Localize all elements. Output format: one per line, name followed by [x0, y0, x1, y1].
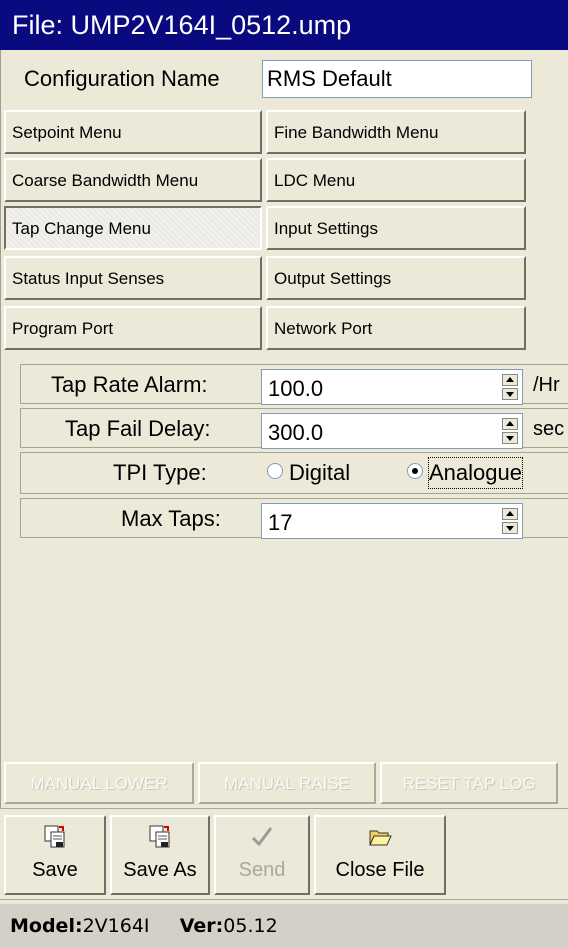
- tap-change-menu-button[interactable]: Tap Change Menu: [4, 206, 262, 250]
- tap-rate-alarm-label: Tap Rate Alarm:: [51, 372, 208, 397]
- spin-down-icon[interactable]: [502, 388, 518, 400]
- max-taps-input[interactable]: 17: [261, 503, 523, 539]
- close-file-label: Close File: [335, 859, 425, 881]
- folder-open-icon: [316, 825, 444, 849]
- spin-up-icon[interactable]: [502, 508, 518, 520]
- status-bar: Model:2V164I Ver:05.12: [0, 904, 568, 948]
- max-taps-label: Max Taps:: [121, 506, 221, 531]
- save-as-label: Save As: [123, 859, 197, 881]
- manual-lower-button[interactable]: MANUAL LOWER: [4, 762, 194, 804]
- tap-rate-alarm-input[interactable]: 100.0: [261, 369, 523, 405]
- version-value: 05.12: [223, 915, 278, 937]
- setpoint-menu-button[interactable]: Setpoint Menu: [4, 110, 262, 154]
- tap-fail-delay-row: Tap Fail Delay: 300.0 sec: [20, 408, 568, 449]
- checkmark-icon: [216, 825, 308, 849]
- spin-down-icon[interactable]: [502, 522, 518, 534]
- toolbar: Save Save As Send Close File: [0, 808, 568, 900]
- program-port-button[interactable]: Program Port: [4, 306, 262, 350]
- tpi-digital-radio[interactable]: [267, 463, 283, 479]
- tap-fail-delay-input[interactable]: 300.0: [261, 413, 523, 449]
- ldc-menu-button[interactable]: LDC Menu: [266, 158, 526, 202]
- model-label: Model:: [10, 915, 83, 937]
- close-file-button[interactable]: Close File: [314, 815, 446, 895]
- save-icon: [6, 825, 104, 849]
- tap-fail-delay-value: 300.0: [268, 420, 324, 445]
- save-label: Save: [32, 859, 78, 881]
- reset-tap-log-label: RESET TAP LOG: [402, 774, 536, 793]
- send-label: Send: [238, 859, 286, 881]
- save-button[interactable]: Save: [4, 815, 106, 895]
- status-input-senses-button[interactable]: Status Input Senses: [4, 256, 262, 300]
- tpi-digital-label[interactable]: Digital: [289, 453, 350, 493]
- config-name-input[interactable]: RMS Default: [262, 60, 532, 98]
- spin-up-icon[interactable]: [502, 418, 518, 430]
- tap-fail-delay-unit: sec: [533, 418, 565, 440]
- save-as-icon: [112, 825, 208, 849]
- tpi-analogue-radio[interactable]: [407, 463, 423, 479]
- max-taps-stepper[interactable]: [502, 508, 518, 534]
- manual-raise-label: MANUAL RAISE: [224, 774, 350, 793]
- reset-tap-log-button[interactable]: RESET TAP LOG: [380, 762, 558, 804]
- spin-up-icon[interactable]: [502, 374, 518, 386]
- tap-rate-alarm-unit: /Hr: [533, 374, 560, 396]
- spin-down-icon[interactable]: [502, 432, 518, 444]
- tpi-analogue-label[interactable]: Analogue: [428, 457, 523, 489]
- save-as-button[interactable]: Save As: [110, 815, 210, 895]
- tpi-type-row: TPI Type: Digital Analogue: [20, 452, 568, 494]
- max-taps-value: 17: [268, 510, 293, 535]
- send-button[interactable]: Send: [214, 815, 310, 895]
- version-label: Ver:: [179, 915, 224, 937]
- manual-raise-button[interactable]: MANUAL RAISE: [198, 762, 376, 804]
- window-title: File: UMP2V164I_0512.ump: [0, 0, 568, 50]
- tap-fail-delay-stepper[interactable]: [502, 418, 518, 444]
- tap-fail-delay-label: Tap Fail Delay:: [65, 416, 211, 441]
- model-value: 2V164I: [82, 915, 150, 937]
- output-settings-button[interactable]: Output Settings: [266, 256, 526, 300]
- fine-bandwidth-menu-button[interactable]: Fine Bandwidth Menu: [266, 110, 526, 154]
- coarse-bandwidth-menu-button[interactable]: Coarse Bandwidth Menu: [4, 158, 262, 202]
- config-name-label: Configuration Name: [24, 66, 220, 91]
- max-taps-row: Max Taps: 17: [20, 498, 568, 539]
- tap-rate-alarm-row: Tap Rate Alarm: 100.0 /Hr: [20, 364, 568, 405]
- tap-rate-alarm-stepper[interactable]: [502, 374, 518, 400]
- manual-lower-label: MANUAL LOWER: [30, 774, 168, 793]
- tap-rate-alarm-value: 100.0: [268, 376, 324, 401]
- input-settings-button[interactable]: Input Settings: [266, 206, 526, 250]
- tpi-type-label: TPI Type:: [113, 460, 207, 485]
- network-port-button[interactable]: Network Port: [266, 306, 526, 350]
